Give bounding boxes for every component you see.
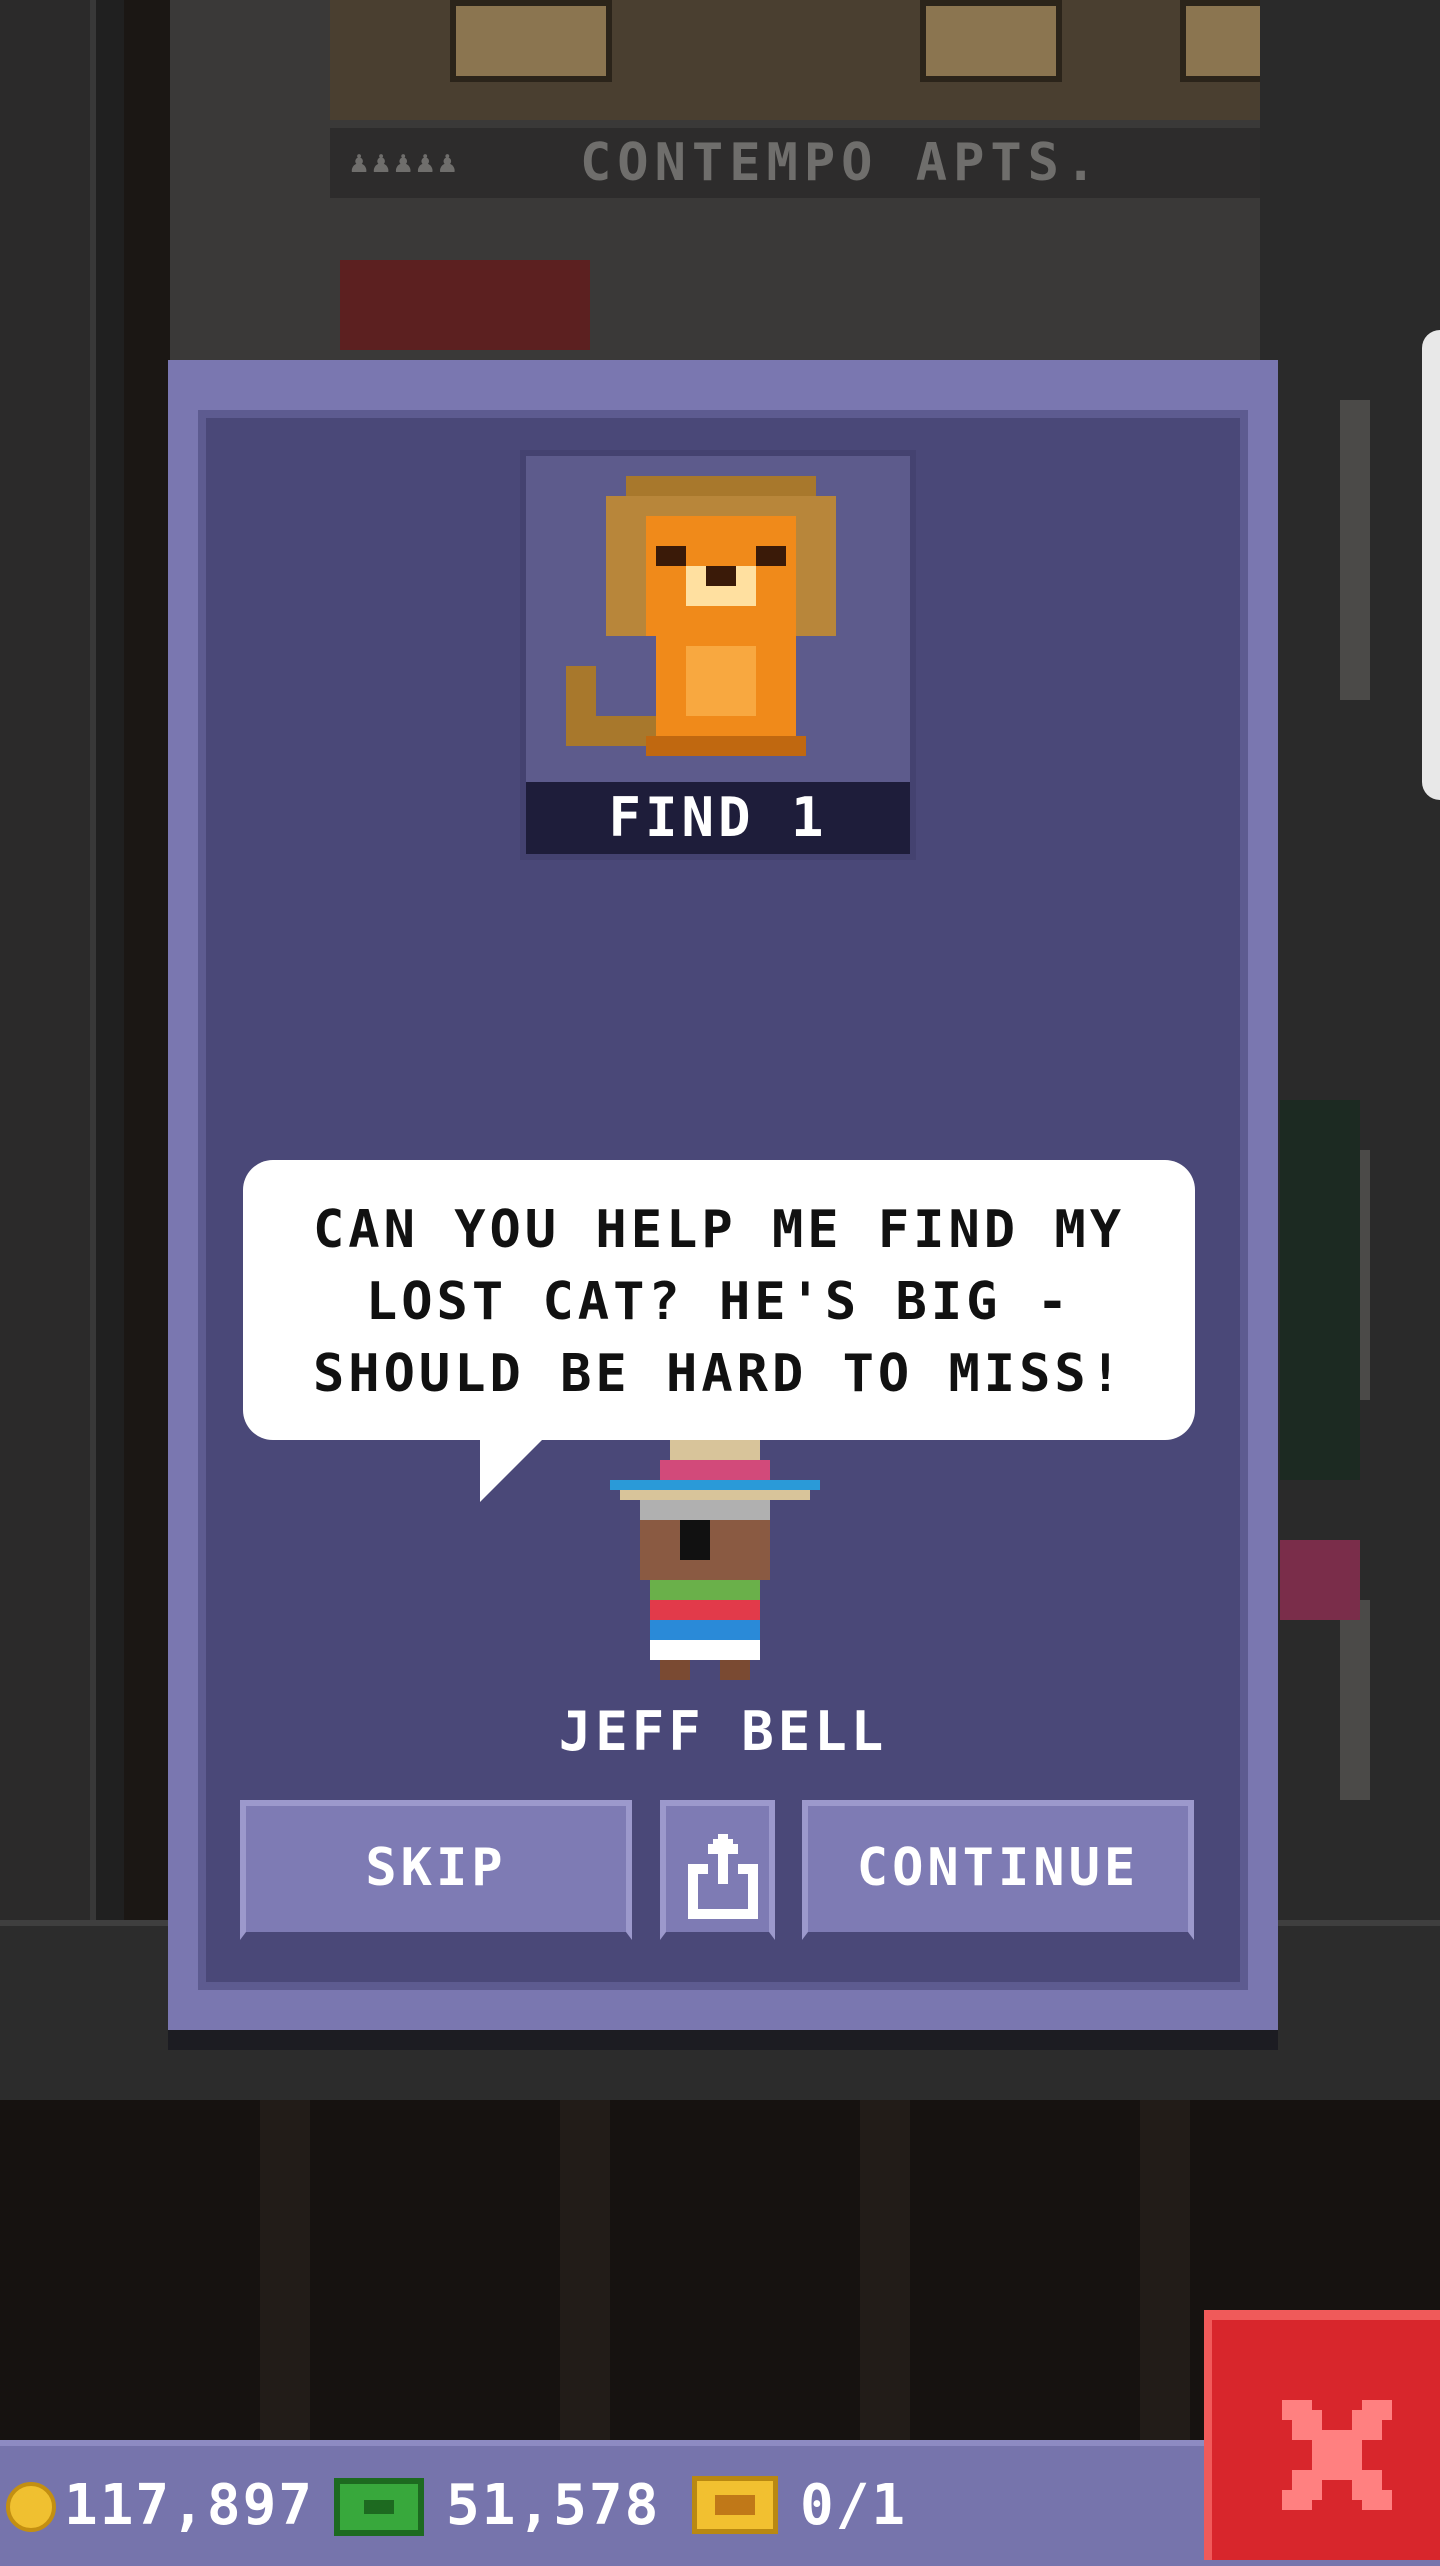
top-floor-room bbox=[330, 0, 1360, 120]
room-decor bbox=[1280, 1100, 1360, 1480]
close-button[interactable] bbox=[1204, 2310, 1440, 2560]
share-icon bbox=[688, 1834, 758, 1919]
bux-icon bbox=[334, 2478, 424, 2536]
npc-name: JEFF BELL bbox=[558, 1700, 888, 1763]
side-drawer-tab[interactable] bbox=[1422, 330, 1440, 800]
skip-button[interactable]: SKIP bbox=[240, 1800, 632, 1940]
quest-objective-card: FIND 1 bbox=[520, 450, 916, 860]
floor-window bbox=[920, 0, 1062, 82]
room-decor bbox=[340, 260, 590, 350]
dialogue-line: CAN YOU HELP ME FIND MY bbox=[312, 1200, 1126, 1260]
support-column bbox=[260, 2100, 310, 2440]
bux-count: 51,578 bbox=[446, 2473, 661, 2538]
coin-count: 117,897 bbox=[64, 2473, 315, 2538]
tower-left-wall bbox=[0, 0, 124, 1920]
vip-count: 0/1 bbox=[800, 2473, 908, 2538]
lion-icon bbox=[566, 476, 836, 756]
pipe bbox=[90, 0, 124, 1920]
speech-bubble-tail bbox=[480, 1436, 546, 1502]
share-button[interactable] bbox=[660, 1800, 775, 1940]
npc-avatar bbox=[610, 1440, 820, 1680]
coin-icon bbox=[6, 2482, 56, 2532]
close-icon bbox=[1282, 2400, 1392, 2510]
speech-bubble: CAN YOU HELP ME FIND MY LOST CAT? HE'S B… bbox=[243, 1160, 1195, 1440]
building-sign-label: CONTEMPO APTS. bbox=[580, 133, 1103, 193]
wall-stripe bbox=[1340, 1600, 1370, 1800]
building-sign: ♟♟♟♟♟ CONTEMPO APTS. bbox=[330, 128, 1360, 198]
support-column bbox=[860, 2100, 910, 2440]
floor-window bbox=[450, 0, 612, 82]
room-decor bbox=[1280, 1540, 1360, 1620]
continue-button[interactable]: CONTINUE bbox=[802, 1800, 1194, 1940]
support-column bbox=[560, 2100, 610, 2440]
quest-objective-label: FIND 1 bbox=[526, 782, 910, 854]
residents-icon: ♟♟♟♟♟ bbox=[350, 145, 461, 180]
dialogue-line: LOST CAT? HE'S BIG - bbox=[365, 1272, 1073, 1332]
tower-right-wall bbox=[1260, 0, 1440, 1920]
support-column bbox=[1140, 2100, 1190, 2440]
dialogue-line: SHOULD BE HARD TO MISS! bbox=[312, 1344, 1126, 1404]
vip-ticket-icon bbox=[692, 2476, 778, 2534]
wall-stripe bbox=[1340, 400, 1370, 700]
